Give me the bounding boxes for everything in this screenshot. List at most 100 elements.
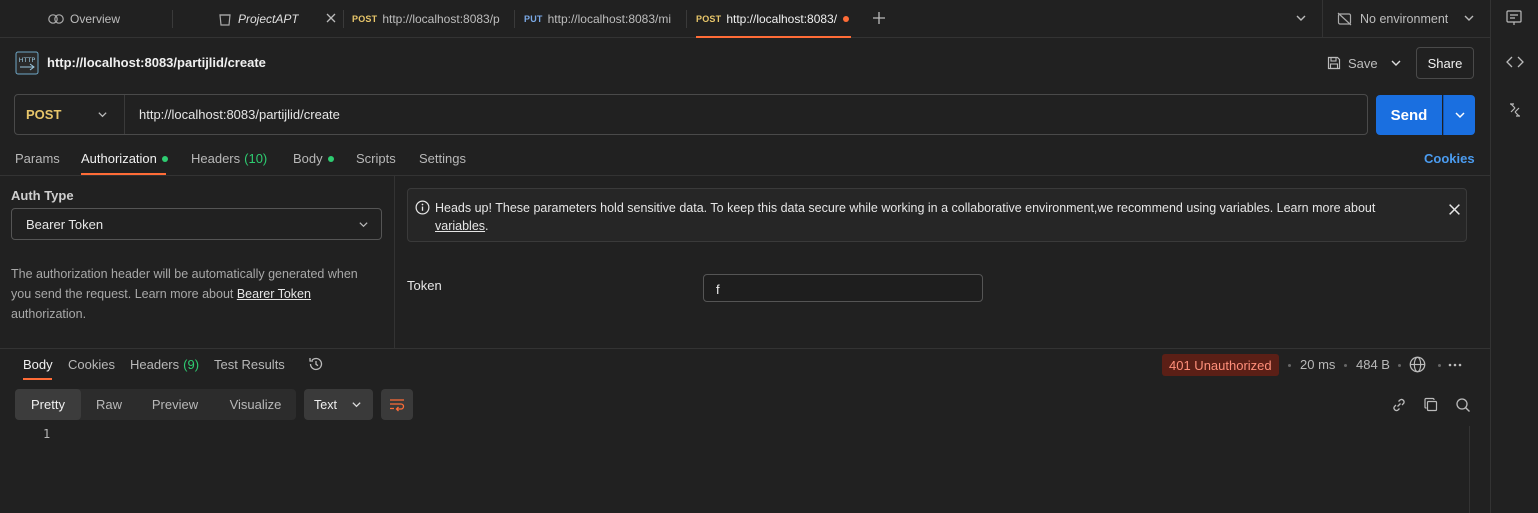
tab-separator — [343, 10, 344, 28]
http-request-icon: HTTP — [15, 51, 39, 75]
response-tab-body[interactable]: Body — [23, 357, 53, 372]
tab-overview[interactable]: Overview — [48, 0, 120, 38]
view-visualize[interactable]: Visualize — [219, 389, 292, 420]
method-select[interactable]: POST — [15, 95, 125, 134]
response-tab-cookies[interactable]: Cookies — [68, 357, 115, 372]
request-title[interactable]: http://localhost:8083/partijlid/create — [47, 55, 266, 70]
token-input[interactable]: f — [703, 274, 983, 302]
unsaved-dot — [843, 16, 850, 22]
info-icon — [415, 200, 430, 215]
tab-request-post-active[interactable]: POST http://localhost:8083/ — [696, 0, 851, 38]
response-size[interactable]: 484 B — [1356, 357, 1390, 372]
save-button[interactable]: Save — [1327, 52, 1378, 74]
tab-settings[interactable]: Settings — [419, 151, 466, 166]
divider — [0, 175, 1490, 176]
tab-method: POST — [696, 14, 722, 24]
auth-type-select[interactable]: Bearer Token — [11, 208, 382, 240]
variables-link[interactable]: variables — [435, 219, 485, 233]
environment-chevron-icon[interactable] — [1463, 12, 1475, 24]
wrap-lines-button[interactable] — [381, 389, 413, 420]
sensitive-data-notice: Heads up! These parameters hold sensitiv… — [407, 188, 1467, 242]
environment-label: No environment — [1360, 12, 1449, 26]
active-dot — [327, 155, 334, 162]
tab-request-put[interactable]: PUT http://localhost:8083/mi — [524, 0, 674, 38]
search-icon[interactable] — [1455, 397, 1471, 413]
svg-text:HTTP: HTTP — [19, 56, 36, 64]
related-collections-icon[interactable] — [1508, 102, 1522, 118]
no-environment-icon — [1337, 12, 1352, 26]
copy-icon[interactable] — [1423, 397, 1439, 413]
auth-type-value: Bearer Token — [26, 216, 104, 232]
tab-authorization[interactable]: Authorization — [81, 151, 168, 166]
history-icon[interactable] — [308, 356, 324, 372]
auth-type-label: Auth Type — [11, 188, 74, 203]
tab-collection-label: ProjectAPT — [238, 12, 299, 26]
close-icon[interactable] — [325, 12, 337, 24]
tab-separator — [686, 10, 687, 28]
url-input[interactable]: http://localhost:8083/partijlid/create — [139, 107, 340, 122]
active-tab-indicator — [696, 36, 851, 38]
divider — [1322, 0, 1323, 38]
status-badge[interactable]: 401 Unauthorized — [1162, 354, 1279, 376]
environment-selector[interactable]: No environment — [1337, 0, 1448, 38]
code-icon[interactable] — [1506, 55, 1524, 69]
new-tab-plus-icon[interactable] — [872, 11, 886, 25]
save-label: Save — [1348, 55, 1378, 71]
tab-collection[interactable]: ProjectAPT — [219, 0, 299, 38]
panel-divider — [394, 176, 395, 348]
collection-icon — [219, 13, 231, 26]
tab-separator — [514, 10, 515, 28]
globe-icon[interactable] — [1409, 356, 1426, 373]
more-options-icon[interactable] — [1447, 357, 1463, 373]
view-preview[interactable]: Preview — [141, 389, 209, 420]
cookies-link[interactable]: Cookies — [1424, 151, 1475, 166]
format-value: Text — [314, 397, 337, 412]
divider — [0, 348, 1490, 349]
save-options-chevron-icon[interactable] — [1390, 57, 1402, 69]
send-options-button[interactable] — [1443, 95, 1475, 135]
tab-authorization-label: Authorization — [81, 151, 157, 166]
tab-body[interactable]: Body — [293, 151, 334, 166]
tab-request-label: http://localhost:8083/p — [382, 12, 500, 26]
url-bar: POST http://localhost:8083/partijlid/cre… — [14, 94, 1368, 135]
share-button[interactable]: Share — [1416, 47, 1474, 79]
meta-separator — [1398, 364, 1401, 367]
auth-description: The authorization header will be automat… — [11, 264, 381, 324]
view-pretty[interactable]: Pretty — [15, 389, 81, 420]
save-icon — [1327, 56, 1341, 70]
response-tab-test-results[interactable]: Test Results — [214, 357, 285, 372]
active-dot — [161, 155, 168, 162]
tab-request-label: http://localhost:8083/ — [726, 12, 838, 26]
meta-separator — [1438, 364, 1441, 367]
token-label: Token — [407, 278, 442, 293]
notice-text: Heads up! These parameters hold sensitiv… — [435, 199, 1425, 235]
chevron-down-icon — [358, 219, 369, 230]
headers-count: (10) — [244, 151, 268, 166]
tab-headers-label: Headers — [191, 151, 241, 166]
tab-headers[interactable]: Headers (10) — [191, 151, 267, 166]
response-headers-count: (9) — [183, 357, 200, 372]
meta-separator — [1344, 364, 1347, 367]
link-icon[interactable] — [1391, 397, 1407, 413]
view-raw[interactable]: Raw — [85, 389, 133, 420]
tab-params[interactable]: Params — [15, 151, 60, 166]
notice-end: . — [485, 219, 489, 233]
close-icon[interactable] — [1448, 203, 1461, 216]
response-scrollbar[interactable] — [1469, 426, 1483, 513]
overview-icon — [48, 13, 64, 25]
send-button[interactable]: Send — [1376, 95, 1442, 135]
tab-scripts[interactable]: Scripts — [356, 151, 396, 166]
active-response-tab-indicator — [23, 378, 52, 380]
method-value: POST — [26, 107, 62, 122]
response-tab-headers[interactable]: Headers (9) — [130, 357, 199, 372]
environment-quick-look-icon[interactable] — [1505, 10, 1523, 26]
chevron-down-icon — [351, 399, 362, 410]
bearer-token-link[interactable]: Bearer Token — [237, 287, 311, 301]
response-time[interactable]: 20 ms — [1300, 357, 1335, 372]
tab-request-post-1[interactable]: POST http://localhost:8083/p — [352, 0, 500, 38]
tabs-dropdown-chevron-icon[interactable] — [1295, 12, 1307, 24]
chevron-down-icon — [1454, 109, 1466, 121]
meta-separator — [1288, 364, 1291, 367]
tab-method: POST — [352, 14, 378, 24]
format-select[interactable]: Text — [304, 389, 373, 420]
